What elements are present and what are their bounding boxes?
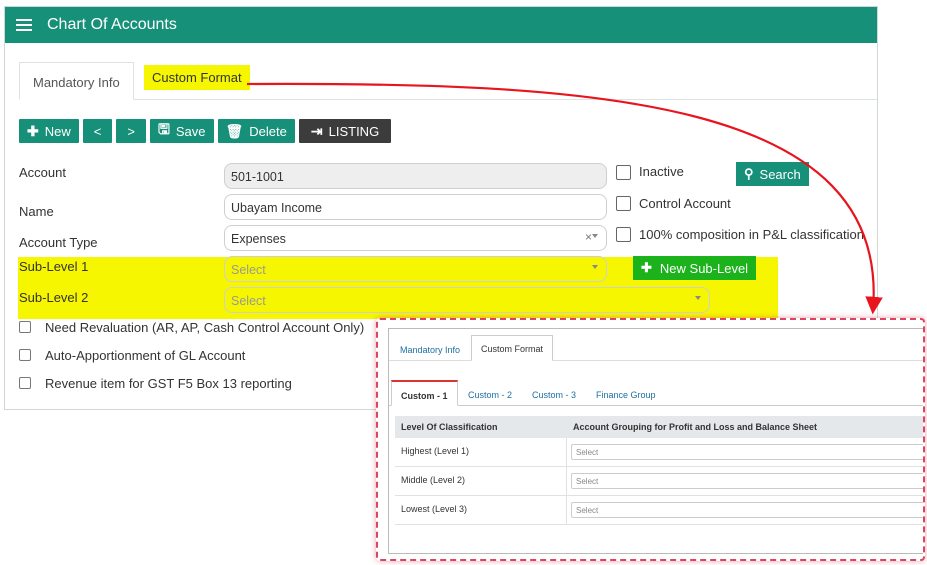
callout-arrow [246, 82, 883, 315]
arrow-path [246, 82, 883, 315]
